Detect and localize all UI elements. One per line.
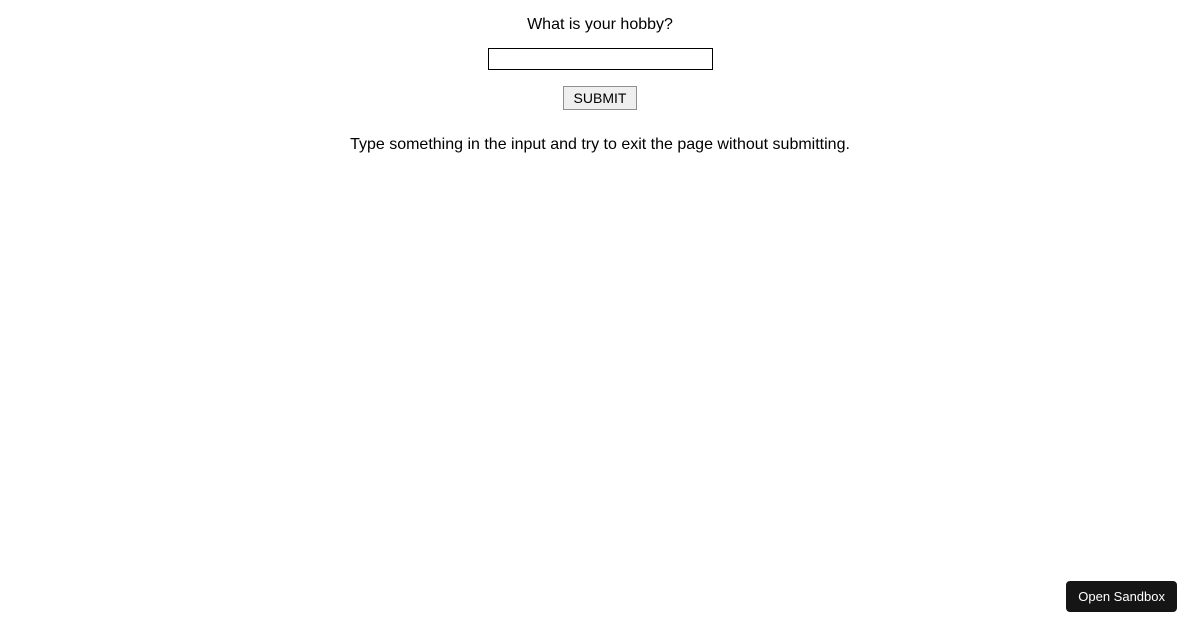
instruction-text: Type something in the input and try to e…	[0, 136, 1200, 154]
open-sandbox-button[interactable]: Open Sandbox	[1066, 581, 1177, 612]
submit-button[interactable]: SUBMIT	[563, 86, 638, 110]
question-label: What is your hobby?	[0, 16, 1200, 34]
hobby-input[interactable]	[488, 48, 713, 70]
form-container: What is your hobby? SUBMIT Type somethin…	[0, 0, 1200, 154]
